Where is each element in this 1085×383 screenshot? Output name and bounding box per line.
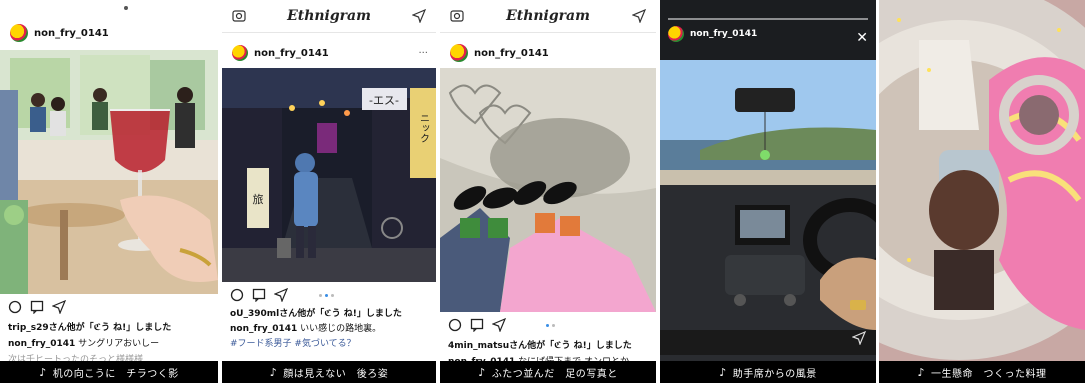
- caption-text: サングリアおいしー: [78, 339, 160, 349]
- post-username[interactable]: non_fry_0141: [254, 48, 329, 59]
- music-note-icon: ♪: [269, 365, 278, 379]
- bottom-caption-text: 助手席からの風景: [732, 368, 817, 380]
- avatar[interactable]: [668, 26, 684, 42]
- bottom-caption: ♪ 一生懸命 つくった料理: [879, 361, 1085, 383]
- close-icon[interactable]: ✕: [856, 30, 868, 46]
- share-icon[interactable]: [492, 318, 506, 332]
- story-progress-bar: [668, 18, 868, 20]
- post-photo[interactable]: -エス- ニック 旅: [222, 68, 436, 282]
- share-icon[interactable]: [274, 288, 288, 302]
- caption-username[interactable]: non_fry_0141: [8, 339, 75, 349]
- cafe-photo-illustration: [0, 50, 218, 294]
- heart-icon[interactable]: [230, 288, 244, 302]
- camera-icon[interactable]: [232, 9, 246, 23]
- music-note-icon: ♪: [478, 365, 486, 379]
- shoes-photo-illustration: [440, 68, 656, 312]
- send-icon[interactable]: [851, 330, 867, 349]
- photo-panel-cooking: ♪ 一生懸命 つくった料理: [879, 0, 1085, 383]
- post-username[interactable]: non_fry_0141: [34, 28, 109, 39]
- carousel-dots: [546, 324, 555, 327]
- app-header: Ethnigram: [222, 0, 436, 33]
- car-photo-illustration: [660, 0, 876, 383]
- bottom-caption: ♪ 助手席からの風景: [660, 361, 876, 383]
- carousel-dots: [319, 294, 334, 297]
- camera-icon[interactable]: [450, 9, 464, 23]
- caption-text: いい感じの路地裏。: [300, 324, 382, 334]
- send-icon[interactable]: [632, 9, 646, 23]
- bottom-caption-text: ふたつ並んだ 足の写真と: [491, 368, 618, 380]
- post-header[interactable]: non_fry_0141: [0, 20, 218, 46]
- hashtags[interactable]: #フード系男子 #気づいてる？: [230, 336, 430, 349]
- app-logo: Ethnigram: [287, 8, 371, 24]
- bottom-caption-text: 一生懸命 つくった料理: [931, 368, 1047, 380]
- post-username[interactable]: non_fry_0141: [474, 48, 549, 59]
- post-actions: [230, 288, 288, 302]
- music-note-icon: ♪: [719, 365, 727, 379]
- post-actions: [8, 300, 66, 314]
- music-note-icon: ♪: [917, 365, 926, 379]
- avatar[interactable]: [10, 24, 28, 42]
- avatar[interactable]: [450, 44, 468, 62]
- post-header[interactable]: non_fry_0141: [440, 40, 656, 66]
- comment-icon[interactable]: [252, 288, 266, 302]
- status-dot: [124, 6, 128, 10]
- post-photo[interactable]: [0, 50, 218, 294]
- app-logo: Ethnigram: [506, 8, 590, 24]
- caption-row: non_fry_0141 サングリアおいしー: [8, 336, 212, 349]
- post-panel-cafe: non_fry_0141 trip_s29さん他が「ℭう ね!」しました non…: [0, 0, 218, 383]
- post-actions: [448, 318, 506, 332]
- likes-text: 4min_matsuさん他が「ℭう ね!」しました: [448, 341, 632, 351]
- bottom-caption: ♪ 顔は見えない 後ろ姿: [222, 361, 436, 383]
- caption-username[interactable]: non_fry_0141: [230, 324, 297, 334]
- cooking-photo-illustration: [879, 0, 1085, 383]
- likes-text: oU_390mlさん他が「ℭう ね!」しました: [230, 309, 402, 319]
- heart-icon[interactable]: [8, 300, 22, 314]
- post-panel-alley: Ethnigram non_fry_0141 ··· -エス- ニック 旅 oU…: [222, 0, 436, 383]
- story-header[interactable]: non_fry_0141: [668, 26, 868, 42]
- story-panel-car: non_fry_0141 ✕ ♪ 助手席からの風景: [660, 0, 876, 383]
- send-icon[interactable]: [412, 9, 426, 23]
- comment-icon[interactable]: [470, 318, 484, 332]
- bottom-caption-text: 机の向こうに チラつく影: [52, 368, 179, 380]
- post-photo[interactable]: [440, 68, 656, 312]
- likes-text: trip_s29さん他が「ℭう ね!」しました: [8, 323, 172, 333]
- svg-text:-エス-: -エス-: [369, 94, 399, 107]
- bottom-caption-text: 顔は見えない 後ろ姿: [283, 368, 389, 380]
- heart-icon[interactable]: [448, 318, 462, 332]
- svg-text:ニック: ニック: [418, 113, 429, 143]
- music-note-icon: ♪: [39, 365, 47, 379]
- post-header[interactable]: non_fry_0141 ···: [222, 40, 436, 66]
- bottom-caption: ♪ ふたつ並んだ 足の写真と: [440, 361, 656, 383]
- comment-icon[interactable]: [30, 300, 44, 314]
- share-icon[interactable]: [52, 300, 66, 314]
- bottom-caption: ♪ 机の向こうに チラつく影: [0, 361, 218, 383]
- caption-row: non_fry_0141 いい感じの路地裏。: [230, 321, 430, 334]
- svg-text:旅: 旅: [253, 192, 264, 206]
- post-panel-shoes: Ethnigram non_fry_0141 4min_matsuさん他が「ℭう…: [440, 0, 656, 383]
- app-header: Ethnigram: [440, 0, 656, 33]
- avatar[interactable]: [232, 45, 248, 61]
- alley-photo-illustration: -エス- ニック 旅: [222, 68, 436, 282]
- more-options-icon[interactable]: ···: [418, 48, 428, 59]
- story-username[interactable]: non_fry_0141: [690, 29, 757, 39]
